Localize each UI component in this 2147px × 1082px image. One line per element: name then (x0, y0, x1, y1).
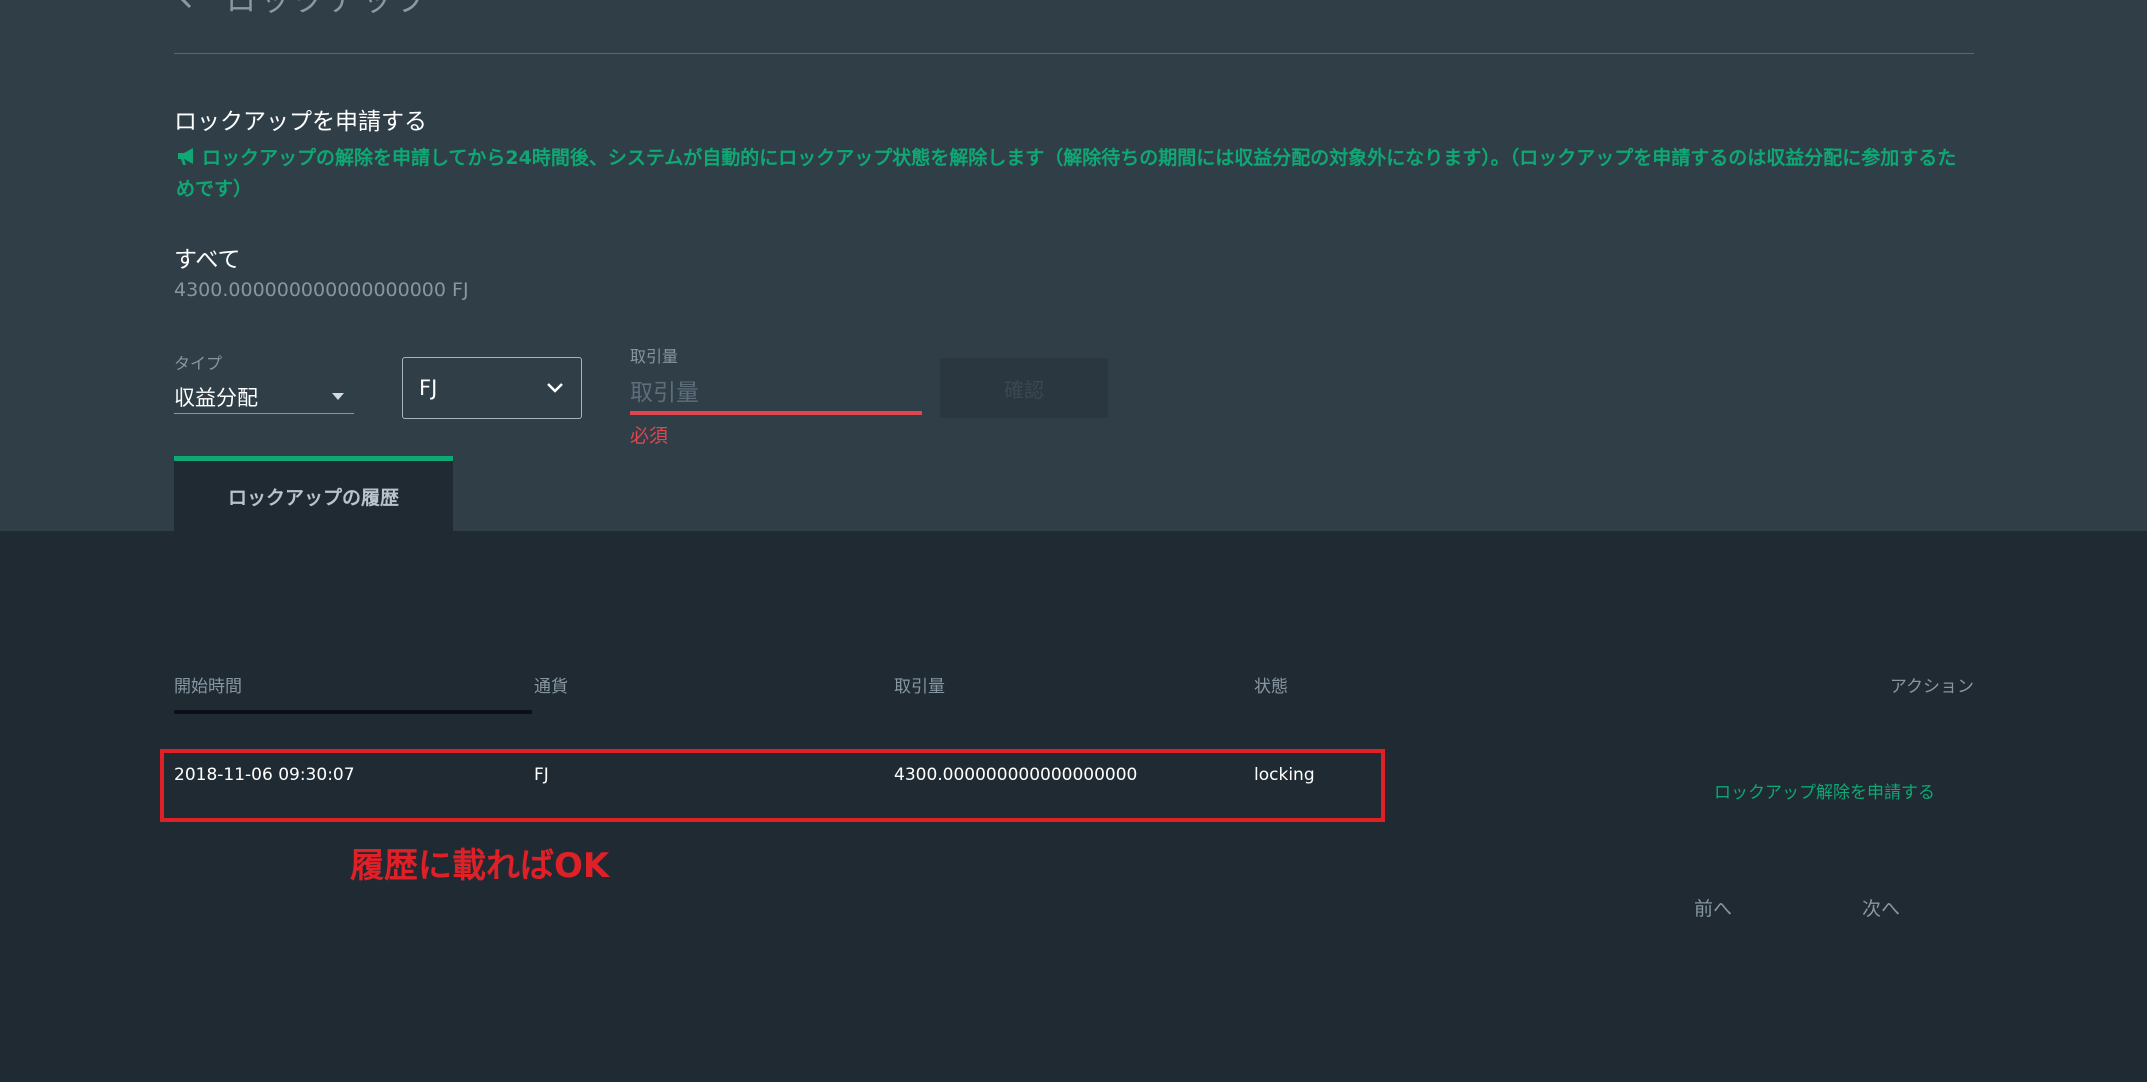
type-label: タイプ (174, 354, 223, 373)
pagination-next-button[interactable]: 次へ (1862, 894, 1900, 921)
megaphone-icon (178, 148, 193, 165)
lockup-form-panel (0, 0, 2147, 531)
column-amount: 取引量 (894, 677, 945, 697)
notice-text: ロックアップの解除を申請してから24時間後、システムが自動的にロックアップ状態を… (176, 147, 1957, 200)
sort-indicator (174, 710, 532, 714)
page-title: ロックアップ (226, 0, 430, 19)
back-arrow-icon[interactable] (174, 0, 198, 10)
tab-lockup-history[interactable]: ロックアップの履歴 (174, 456, 453, 531)
currency-select[interactable]: FJ (402, 357, 582, 419)
pagination-prev-button[interactable]: 前へ (1694, 894, 1732, 921)
currency-selected-value: FJ (419, 376, 438, 400)
request-unlock-link[interactable]: ロックアップ解除を申請する (1714, 778, 1935, 803)
chevron-down-icon (547, 383, 563, 393)
column-status: 状態 (1254, 677, 1288, 697)
history-table-header: 開始時間 通貨 取引量 状態 アクション (174, 672, 1974, 714)
balance-value: 4300.000000000000000000 FJ (174, 279, 469, 301)
amount-label: 取引量 (630, 347, 679, 366)
header-divider (174, 53, 1974, 54)
column-action: アクション (1889, 677, 1974, 697)
amount-field: 取引量 必須 (630, 343, 922, 448)
balance-label: すべて (174, 247, 241, 273)
column-start-time[interactable]: 開始時間 (174, 672, 242, 697)
amount-input[interactable] (630, 375, 922, 415)
lockup-notice: ロックアップの解除を申請してから24時間後、システムが自動的にロックアップ状態を… (176, 143, 1966, 205)
required-error: 必須 (630, 425, 669, 447)
column-currency: 通貨 (534, 677, 568, 697)
type-selected-value: 収益分配 (174, 385, 258, 410)
annotation-text: 履歴に載ればOK (350, 846, 610, 886)
caret-down-icon (332, 393, 344, 400)
annotation-highlight-box (160, 749, 1385, 822)
type-select[interactable]: 収益分配 (174, 380, 354, 414)
section-title: ロックアップを申請する (174, 109, 427, 135)
page-header: ロックアップ (174, 0, 430, 19)
type-field: タイプ 収益分配 (174, 350, 354, 414)
confirm-button[interactable]: 確認 (940, 358, 1108, 418)
